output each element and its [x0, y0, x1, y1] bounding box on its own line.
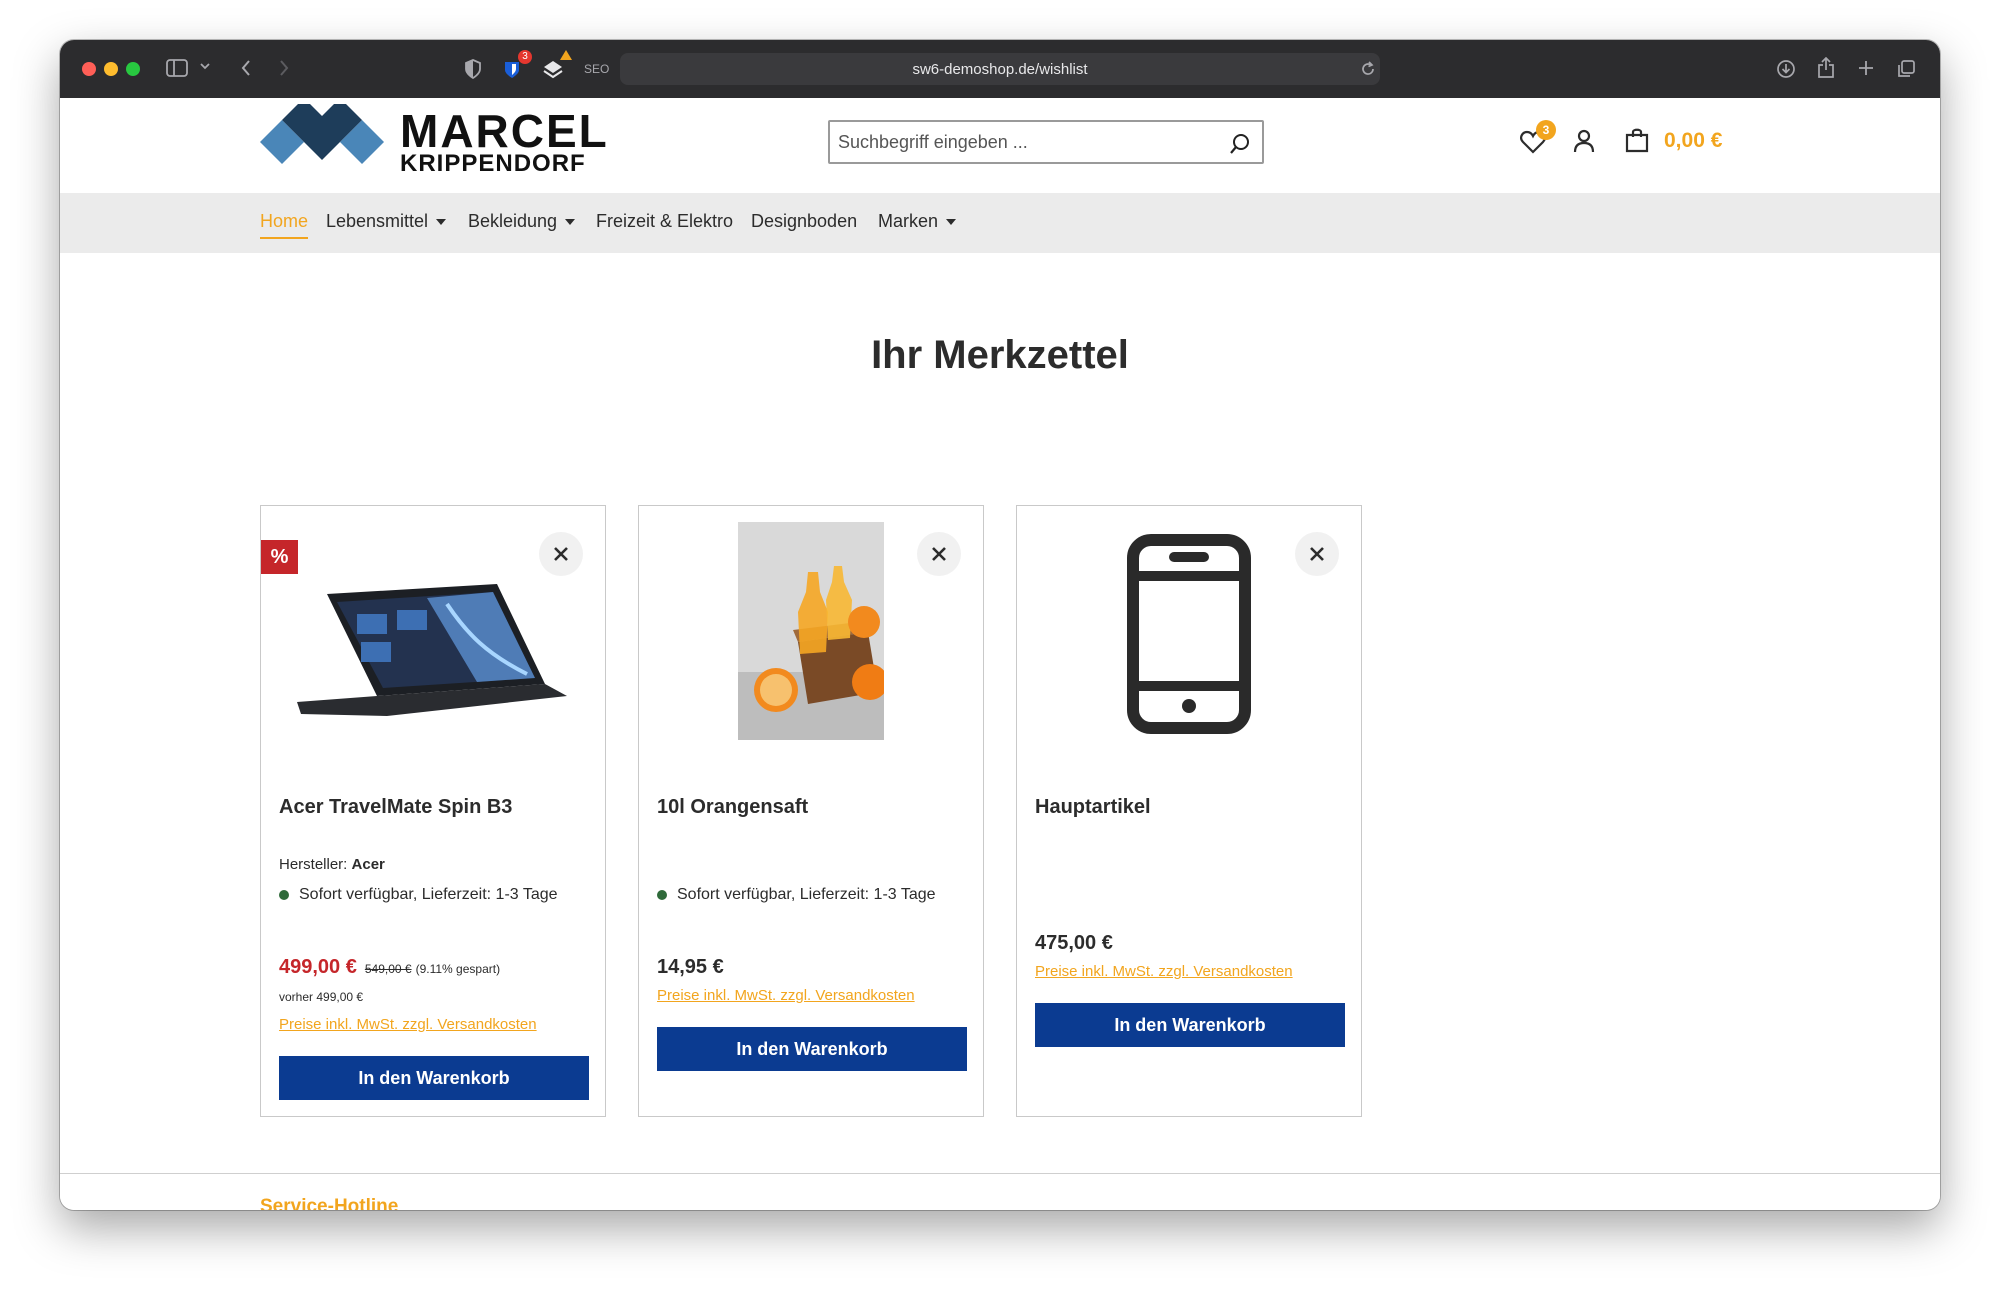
close-icon — [1310, 547, 1324, 561]
user-icon[interactable] — [1573, 129, 1595, 158]
tax-shipping-link[interactable]: Preise inkl. MwSt. zzgl. Versandkosten — [279, 1016, 537, 1033]
nav-label: Bekleidung — [468, 211, 558, 231]
logo-text-marcel: MARCEL — [400, 105, 609, 157]
page-title: Ihr Merkzettel — [871, 333, 1129, 377]
close-icon — [554, 547, 568, 561]
address-bar[interactable]: sw6-demoshop.de/wishlist — [620, 53, 1380, 85]
download-icon[interactable] — [1776, 59, 1796, 79]
wishlist-card: % Acer TravelMate Spin B3 Hersteller: Ac… — [260, 505, 606, 1117]
availability: Sofort verfügbar, Lieferzeit: 1-3 Tage — [657, 886, 936, 904]
availability-dot — [657, 890, 667, 900]
availability: Sofort verfügbar, Lieferzeit: 1-3 Tage — [279, 886, 558, 904]
nav-label: Marken — [878, 211, 939, 231]
manufacturer-value: Acer — [351, 856, 385, 873]
sidebar-icon[interactable] — [166, 59, 188, 77]
extension-badge: 3 — [518, 50, 532, 64]
nav-item-marken[interactable]: Marken — [878, 211, 957, 232]
product-name[interactable]: Acer TravelMate Spin B3 — [279, 796, 512, 819]
chevron-down-icon — [436, 219, 447, 226]
tax-shipping-link[interactable]: Preise inkl. MwSt. zzgl. Versandkosten — [1035, 963, 1293, 980]
close-window-button[interactable] — [82, 62, 96, 76]
back-icon[interactable] — [240, 59, 252, 77]
web-page: MARCEL KRIPPENDORF 3 0,00 € Home — [60, 98, 1940, 1210]
availability-text: Sofort verfügbar, Lieferzeit: 1-3 Tage — [299, 886, 558, 903]
browser-toolbar: 3 SEO sw6-demoshop.de/wishlist — [60, 40, 1940, 98]
search-input[interactable] — [838, 128, 1218, 156]
nav-label: Lebensmittel — [326, 211, 429, 231]
remove-from-wishlist-button[interactable] — [539, 532, 583, 576]
logo-text-krippendorf: KRIPPENDORF — [400, 150, 586, 177]
add-to-cart-button[interactable]: In den Warenkorb — [657, 1027, 967, 1071]
product-image-laptop[interactable] — [297, 544, 569, 724]
plus-icon[interactable] — [1857, 59, 1875, 77]
logo-mark-icon — [260, 104, 384, 164]
site-header: MARCEL KRIPPENDORF 3 0,00 € — [60, 98, 1940, 193]
cart-icon[interactable] — [1624, 127, 1650, 158]
product-name[interactable]: 10l Orangensaft — [657, 796, 808, 819]
tabs-icon[interactable] — [1896, 59, 1916, 79]
wishlist-card: Hauptartikel 475,00 € Preise inkl. MwSt.… — [1016, 505, 1362, 1117]
before-price: vorher 499,00 € — [279, 990, 364, 1004]
product-image-orange-juice[interactable] — [738, 522, 884, 740]
nav-item-home[interactable]: Home — [260, 211, 309, 239]
seo-extension[interactable]: SEO — [584, 62, 609, 76]
forward-icon[interactable] — [278, 59, 290, 77]
current-price: 499,00 € — [279, 956, 357, 978]
layers-icon[interactable] — [542, 59, 564, 79]
shop-logo[interactable]: MARCEL KRIPPENDORF — [260, 104, 607, 177]
manufacturer: Hersteller: Acer — [279, 856, 385, 873]
wishlist-count-badge: 3 — [1536, 120, 1556, 140]
nav-item-bekleidung[interactable]: Bekleidung — [468, 211, 576, 232]
chevron-down-icon[interactable] — [200, 62, 210, 70]
footer-divider — [60, 1173, 1940, 1174]
manufacturer-label: Hersteller: — [279, 856, 348, 873]
password-manager-icon[interactable] — [502, 59, 522, 79]
availability-dot — [279, 890, 289, 900]
chevron-down-icon — [946, 219, 957, 226]
main-navigation: Home Lebensmittel Bekleidung Freizeit & … — [60, 193, 1940, 253]
tax-shipping-link[interactable]: Preise inkl. MwSt. zzgl. Versandkosten — [657, 987, 915, 1004]
product-price: 14,95 € — [657, 956, 724, 978]
url-text: sw6-demoshop.de/wishlist — [912, 60, 1088, 78]
service-hotline-heading: Service-Hotline — [260, 1196, 399, 1210]
saved-percent: (9.11% gespart) — [415, 962, 501, 976]
close-icon — [932, 547, 946, 561]
remove-from-wishlist-button[interactable] — [917, 532, 961, 576]
add-to-cart-button[interactable]: In den Warenkorb — [1035, 1003, 1345, 1047]
sale-badge: % — [261, 540, 298, 574]
minimize-window-button[interactable] — [104, 62, 118, 76]
search-icon[interactable] — [1228, 132, 1252, 156]
phone-icon[interactable] — [1127, 534, 1251, 734]
share-icon[interactable] — [1817, 57, 1835, 79]
product-price: 499,00 € 549,00 € (9.11% gespart) — [279, 956, 500, 979]
nav-item-freizeit-elektro[interactable]: Freizeit & Elektro — [596, 211, 733, 232]
nav-item-lebensmittel[interactable]: Lebensmittel — [326, 211, 447, 232]
nav-item-designboden[interactable]: Designboden — [751, 211, 857, 232]
warning-icon — [560, 50, 572, 60]
availability-text: Sofort verfügbar, Lieferzeit: 1-3 Tage — [677, 886, 936, 903]
product-name[interactable]: Hauptartikel — [1035, 796, 1151, 819]
wishlist-card: 10l Orangensaft Sofort verfügbar, Liefer… — [638, 505, 984, 1117]
chevron-down-icon — [565, 219, 576, 226]
cart-total[interactable]: 0,00 € — [1664, 129, 1722, 153]
search-box — [828, 120, 1264, 164]
remove-from-wishlist-button[interactable] — [1295, 532, 1339, 576]
reload-icon[interactable] — [1360, 61, 1376, 77]
product-price: 475,00 € — [1035, 932, 1113, 954]
zoom-window-button[interactable] — [126, 62, 140, 76]
shield-icon[interactable] — [464, 59, 482, 79]
add-to-cart-button[interactable]: In den Warenkorb — [279, 1056, 589, 1100]
browser-window: 3 SEO sw6-demoshop.de/wishlist MARCEL KR… — [60, 40, 1940, 1210]
old-price: 549,00 € — [364, 962, 412, 976]
